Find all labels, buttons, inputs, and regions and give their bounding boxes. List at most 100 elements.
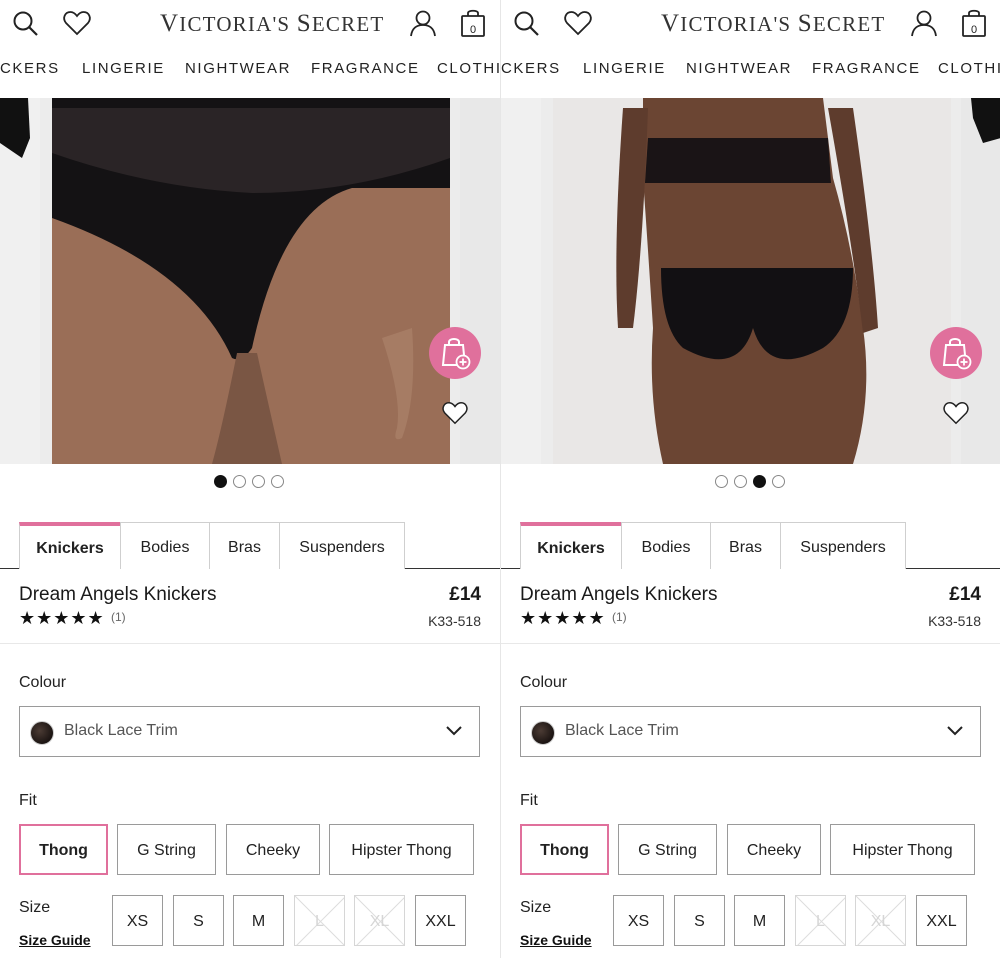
quick-add-button[interactable] <box>429 327 481 379</box>
tab-bras[interactable]: Bras <box>209 522 280 569</box>
nav-item-clothing[interactable]: CLOTHI <box>437 60 500 77</box>
nav-item-fragrance[interactable]: FRAGRANCE <box>311 60 420 77</box>
wishlist-heart-icon[interactable] <box>441 400 469 426</box>
fit-option-thong[interactable]: Thong <box>19 824 108 875</box>
fit-option-g-string[interactable]: G String <box>618 824 717 875</box>
size-option-xxl[interactable]: XXL <box>415 895 466 946</box>
rating-stars[interactable]: ★★★★★ <box>520 608 606 629</box>
product-price: £14 <box>449 584 481 605</box>
nav-item-nightwear[interactable]: NIGHTWEAR <box>185 60 291 77</box>
colour-select[interactable]: Black Lace Trim <box>19 706 480 757</box>
divider <box>501 643 1000 644</box>
heart-icon[interactable] <box>62 8 92 38</box>
size-option-l: L <box>294 895 345 946</box>
size-option-xxl[interactable]: XXL <box>916 895 967 946</box>
carousel-dot[interactable] <box>734 475 747 488</box>
carousel-dots <box>214 475 290 489</box>
account-icon[interactable] <box>408 8 438 38</box>
carousel-dot[interactable] <box>271 475 284 488</box>
colour-label: Colour <box>19 674 67 691</box>
search-icon[interactable] <box>10 8 40 38</box>
product-image-prev[interactable] <box>0 98 40 464</box>
size-option-xs[interactable]: XS <box>613 895 664 946</box>
bag-button[interactable]: 0 <box>460 8 486 38</box>
colour-label: Colour <box>520 674 568 691</box>
size-guide-link[interactable]: Size Guide <box>520 932 592 948</box>
fit-label: Fit <box>19 792 37 809</box>
product-screen-right: VICTORIA'S SECRET 0 CKERS LINGERIE NIGHT… <box>501 0 1000 958</box>
divider <box>0 643 500 644</box>
chevron-down-icon <box>446 726 462 736</box>
colour-select[interactable]: Black Lace Trim <box>520 706 981 757</box>
nav-item-knickers[interactable]: CKERS <box>0 60 60 77</box>
tab-suspenders[interactable]: Suspenders <box>279 522 405 569</box>
bag-add-icon <box>441 338 471 370</box>
review-count[interactable]: (1) <box>612 610 627 624</box>
carousel-dot[interactable] <box>715 475 728 488</box>
carousel-dot[interactable] <box>772 475 785 488</box>
colour-value: Black Lace Trim <box>64 722 178 739</box>
tab-suspenders[interactable]: Suspenders <box>780 522 906 569</box>
size-option-s[interactable]: S <box>674 895 725 946</box>
size-option-l: L <box>795 895 846 946</box>
bag-button[interactable]: 0 <box>961 8 987 38</box>
heart-icon[interactable] <box>563 8 593 38</box>
size-label: Size <box>19 899 51 916</box>
fit-option-hipster-thong[interactable]: Hipster Thong <box>830 824 975 875</box>
fit-option-cheeky[interactable]: Cheeky <box>226 824 320 875</box>
site-header: VICTORIA'S SECRET 0 <box>501 0 1000 46</box>
carousel-dot[interactable] <box>753 475 766 488</box>
colour-swatch <box>30 721 54 745</box>
size-label: Size <box>520 899 552 916</box>
product-name: Dream Angels Knickers <box>19 584 217 605</box>
bag-count: 0 <box>469 24 477 36</box>
nav-item-fragrance[interactable]: FRAGRANCE <box>812 60 921 77</box>
colour-value: Black Lace Trim <box>565 722 679 739</box>
size-option-xs[interactable]: XS <box>112 895 163 946</box>
search-icon[interactable] <box>511 8 541 38</box>
size-option-m[interactable]: M <box>233 895 284 946</box>
fit-option-hipster-thong[interactable]: Hipster Thong <box>329 824 474 875</box>
nav-item-lingerie[interactable]: LINGERIE <box>82 60 165 77</box>
size-option-m[interactable]: M <box>734 895 785 946</box>
tab-bras[interactable]: Bras <box>710 522 781 569</box>
nav-item-nightwear[interactable]: NIGHTWEAR <box>686 60 792 77</box>
quick-add-button[interactable] <box>930 327 982 379</box>
category-nav: CKERS LINGERIE NIGHTWEAR FRAGRANCE CLOTH… <box>0 60 500 86</box>
size-guide-link[interactable]: Size Guide <box>19 932 91 948</box>
product-image[interactable] <box>553 98 951 464</box>
tab-knickers[interactable]: Knickers <box>19 522 121 569</box>
fit-option-g-string[interactable]: G String <box>117 824 216 875</box>
product-sku: K33-518 <box>428 613 481 629</box>
product-price: £14 <box>949 584 981 605</box>
wishlist-heart-icon[interactable] <box>942 400 970 426</box>
product-image[interactable] <box>52 98 450 464</box>
account-icon[interactable] <box>909 8 939 38</box>
nav-item-lingerie[interactable]: LINGERIE <box>583 60 666 77</box>
category-nav: CKERS LINGERIE NIGHTWEAR FRAGRANCE CLOTH… <box>501 60 1000 86</box>
carousel-dot[interactable] <box>252 475 265 488</box>
product-image-prev[interactable] <box>501 98 541 464</box>
brand-logo[interactable]: VICTORIA'S SECRET <box>661 10 885 38</box>
fit-option-thong[interactable]: Thong <box>520 824 609 875</box>
product-screen-left: VICTORIA'S SECRET 0 CKERS LINGERIE NIGHT… <box>0 0 500 958</box>
tab-bodies[interactable]: Bodies <box>621 522 711 569</box>
tab-bodies[interactable]: Bodies <box>120 522 210 569</box>
fit-option-cheeky[interactable]: Cheeky <box>727 824 821 875</box>
carousel-dot[interactable] <box>233 475 246 488</box>
colour-swatch <box>531 721 555 745</box>
rating-stars[interactable]: ★★★★★ <box>19 608 105 629</box>
size-option-s[interactable]: S <box>173 895 224 946</box>
bag-count: 0 <box>970 24 978 36</box>
carousel-dot[interactable] <box>214 475 227 488</box>
brand-logo[interactable]: VICTORIA'S SECRET <box>160 10 384 38</box>
product-name: Dream Angels Knickers <box>520 584 718 605</box>
nav-item-knickers[interactable]: CKERS <box>501 60 561 77</box>
chevron-down-icon <box>947 726 963 736</box>
product-sku: K33-518 <box>928 613 981 629</box>
size-option-xl: XL <box>354 895 405 946</box>
tab-knickers[interactable]: Knickers <box>520 522 622 569</box>
carousel-dots <box>715 475 791 489</box>
nav-item-clothing[interactable]: CLOTHI <box>938 60 1000 77</box>
review-count[interactable]: (1) <box>111 610 126 624</box>
